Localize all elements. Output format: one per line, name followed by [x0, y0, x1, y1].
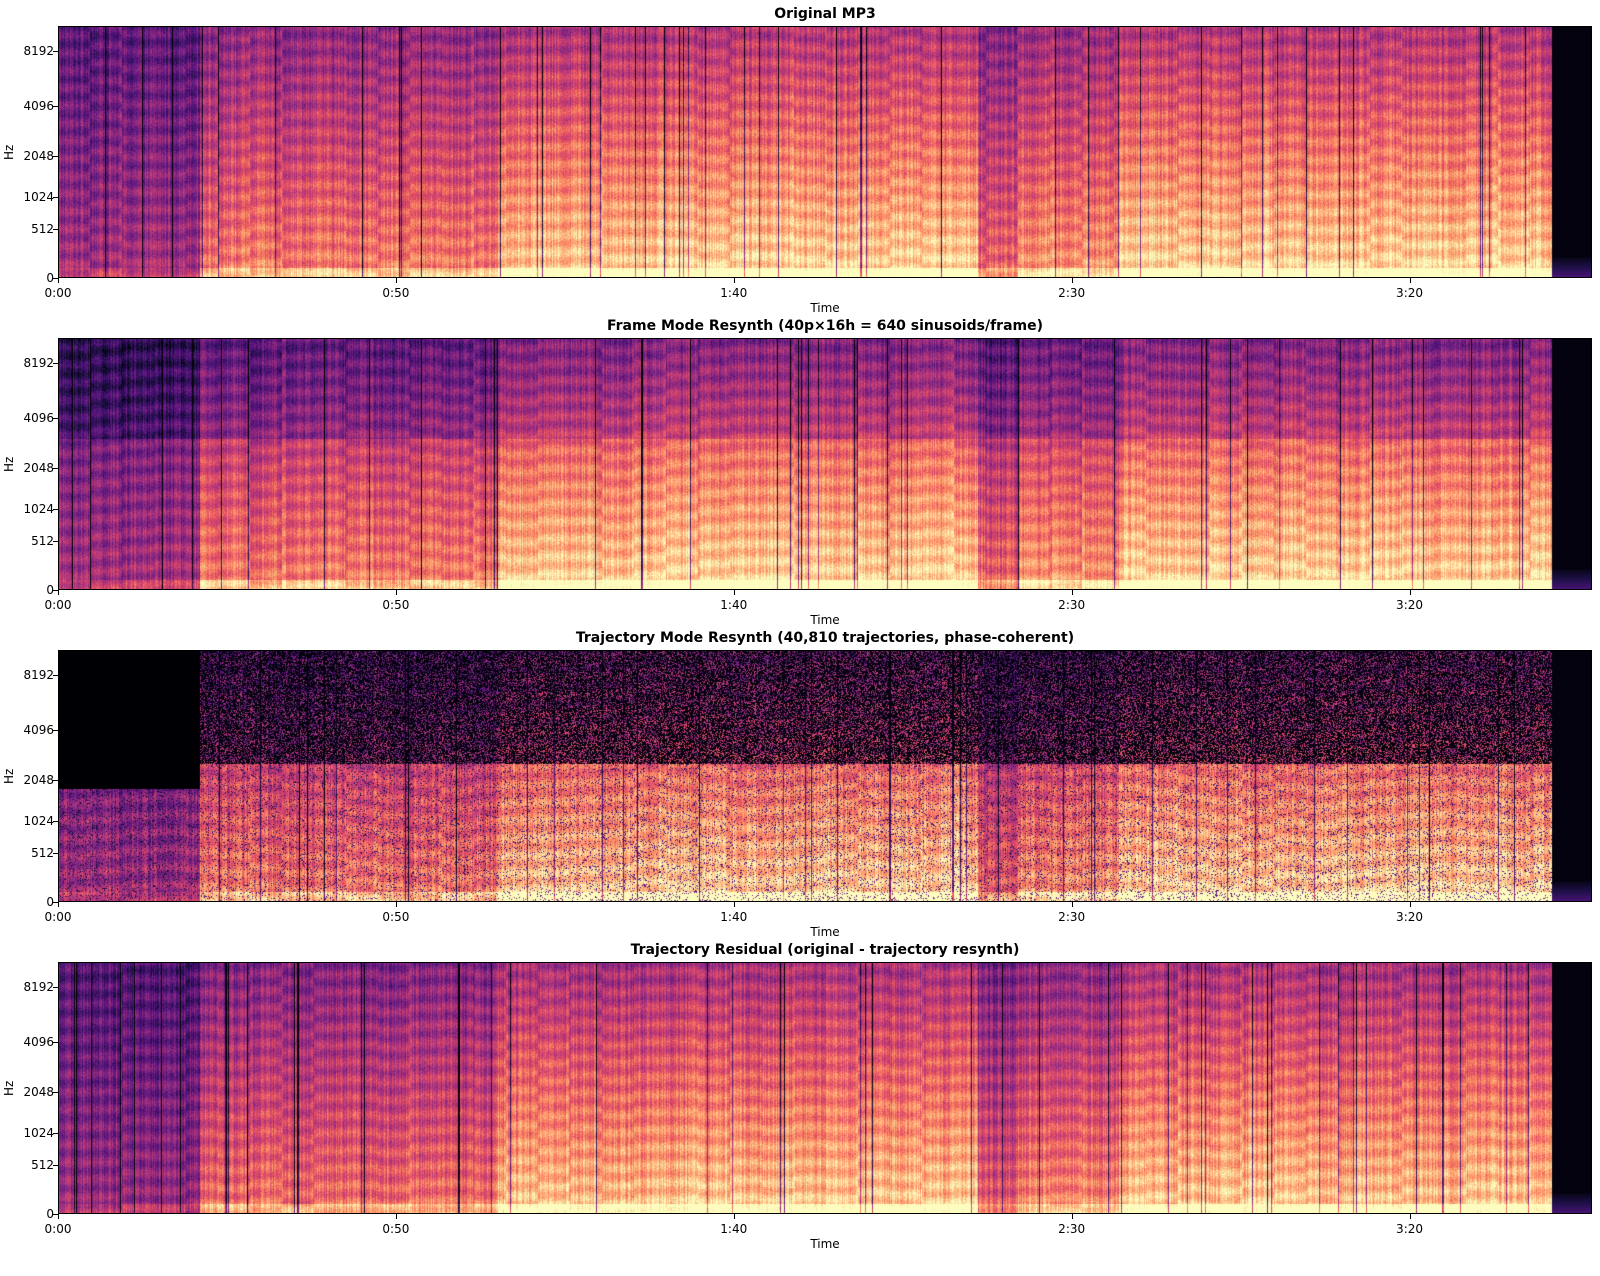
x-tick-label: 3:20	[1396, 1222, 1424, 1236]
x-tick-label: 1:40	[720, 598, 748, 612]
x-tick-label: 2:30	[1058, 910, 1086, 924]
y-tick-mark	[53, 467, 58, 469]
y-tick-label: 1024	[23, 1126, 54, 1141]
y-tick-mark	[53, 228, 58, 230]
x-tick-mark	[1071, 590, 1073, 595]
y-tick-mark	[53, 821, 58, 823]
x-tick-label: 2:30	[1058, 1222, 1086, 1236]
x-tick-mark	[1071, 902, 1073, 907]
y-tick-label: 512	[31, 845, 54, 860]
x-tick-label: 0:50	[382, 910, 410, 924]
x-tick-mark	[395, 1214, 397, 1219]
spectrogram-canvas	[58, 338, 1592, 590]
y-tick-mark	[53, 417, 58, 419]
y-tick-mark	[53, 50, 58, 52]
x-tick-mark	[1071, 278, 1073, 283]
x-tick-mark	[1409, 590, 1411, 595]
x-tick-mark	[733, 278, 735, 283]
x-tick-label: 1:40	[720, 910, 748, 924]
x-tick-label: 0:50	[382, 1222, 410, 1236]
y-tick-label: 4096	[23, 722, 54, 737]
y-tick-mark	[53, 852, 58, 854]
x-tick-label: 0:00	[44, 598, 72, 612]
x-tick-label: 0:00	[44, 910, 72, 924]
y-tick-mark	[53, 509, 58, 511]
y-tick-mark	[53, 729, 58, 731]
x-tick-label: 0:50	[382, 598, 410, 612]
x-tick-label: 0:00	[44, 1222, 72, 1236]
x-tick-label: 1:40	[720, 286, 748, 300]
spectrogram-panel: Trajectory Mode Resynth (40,810 trajecto…	[0, 624, 1600, 943]
x-tick-mark	[733, 590, 735, 595]
y-tick-label: 1024	[23, 814, 54, 829]
y-tick-mark	[53, 362, 58, 364]
x-tick-mark	[1409, 1214, 1411, 1219]
x-tick-label: 2:30	[1058, 286, 1086, 300]
chart-title: Trajectory Residual (original - trajecto…	[630, 942, 1020, 958]
chart-title: Trajectory Mode Resynth (40,810 trajecto…	[575, 630, 1075, 646]
spectrogram-image	[58, 26, 1592, 278]
x-tick-label: 2:30	[1058, 598, 1086, 612]
y-tick-label: 4096	[23, 410, 54, 425]
y-tick-label: 4096	[23, 98, 54, 113]
y-tick-label: 1024	[23, 502, 54, 517]
x-tick-label: 0:00	[44, 286, 72, 300]
y-tick-label: 8192	[23, 43, 54, 58]
y-tick-mark	[53, 197, 58, 199]
spectrogram-image	[58, 962, 1592, 1214]
y-tick-label: 2048	[23, 1084, 54, 1099]
y-tick-mark	[53, 1041, 58, 1043]
x-tick-label: 0:50	[382, 286, 410, 300]
y-tick-label: 2048	[23, 460, 54, 475]
spectrogram-image	[58, 650, 1592, 902]
x-tick-label: 1:40	[720, 1222, 748, 1236]
x-tick-mark	[58, 278, 59, 283]
y-tick-label: 512	[31, 221, 54, 236]
y-tick-mark	[53, 1164, 58, 1166]
spectrogram-panel: Trajectory Residual (original - trajecto…	[0, 936, 1600, 1255]
x-tick-mark	[58, 1214, 59, 1219]
x-tick-mark	[1071, 1214, 1073, 1219]
chart-title: Original MP3	[774, 6, 876, 22]
x-tick-mark	[58, 590, 59, 595]
x-tick-mark	[395, 902, 397, 907]
x-tick-mark	[395, 590, 397, 595]
x-tick-mark	[1409, 278, 1411, 283]
y-tick-label: 4096	[23, 1034, 54, 1049]
x-tick-mark	[733, 902, 735, 907]
y-tick-label: 8192	[23, 979, 54, 994]
chart-title: Frame Mode Resynth (40p×16h = 640 sinuso…	[606, 318, 1044, 334]
x-tick-mark	[58, 902, 59, 907]
y-tick-label: 512	[31, 533, 54, 548]
y-tick-label: 8192	[23, 667, 54, 682]
y-tick-mark	[53, 779, 58, 781]
y-tick-mark	[53, 674, 58, 676]
x-tick-label: 3:20	[1396, 910, 1424, 924]
y-tick-mark	[53, 1133, 58, 1135]
x-tick-mark	[395, 278, 397, 283]
spectrogram-image	[58, 338, 1592, 590]
x-tick-label: 3:20	[1396, 598, 1424, 612]
x-tick-label: 3:20	[1396, 286, 1424, 300]
y-tick-label: 1024	[23, 190, 54, 205]
spectrogram-panel: Original MP3 Hz 0 512 1024 2048 4096 8192 0:00 0:…	[0, 0, 1600, 319]
y-tick-mark	[53, 155, 58, 157]
y-tick-label: 2048	[23, 148, 54, 163]
y-tick-label: 512	[31, 1157, 54, 1172]
spectrogram-panel: Frame Mode Resynth (40p×16h = 640 sinuso…	[0, 312, 1600, 631]
spectrogram-canvas	[58, 26, 1592, 278]
x-tick-mark	[733, 1214, 735, 1219]
y-tick-label: 2048	[23, 772, 54, 787]
y-tick-mark	[53, 1091, 58, 1093]
x-tick-mark	[1409, 902, 1411, 907]
y-tick-mark	[53, 540, 58, 542]
y-tick-mark	[53, 105, 58, 107]
y-tick-mark	[53, 986, 58, 988]
spectrogram-canvas	[58, 962, 1592, 1214]
spectrogram-canvas	[58, 650, 1592, 902]
y-tick-label: 8192	[23, 355, 54, 370]
x-axis-label: Time	[810, 1237, 840, 1251]
